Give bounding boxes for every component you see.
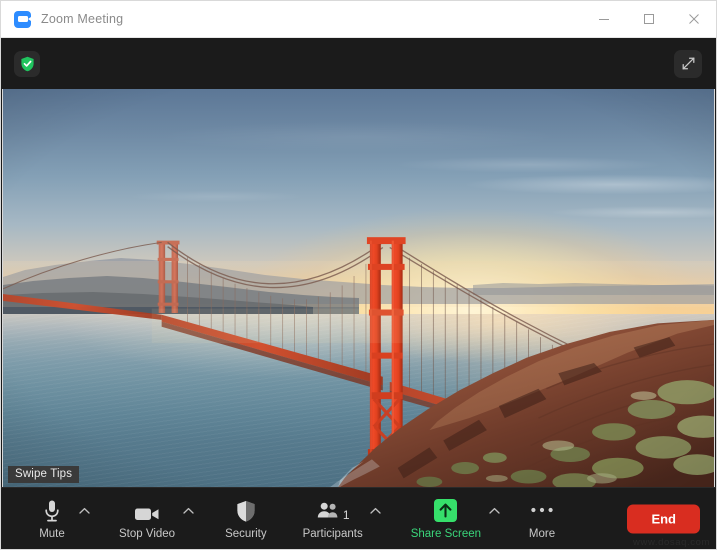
participants-count: 1 — [342, 508, 350, 522]
window-title: Zoom Meeting — [41, 12, 124, 26]
mute-button[interactable]: Mute — [29, 488, 75, 549]
ellipsis-icon — [530, 497, 554, 523]
participants-options-chevron-up-icon[interactable] — [367, 488, 385, 549]
more-button[interactable]: More — [519, 488, 565, 549]
meeting-toolbar: Mute Stop Video Security 1 Participants … — [1, 487, 716, 549]
title-bar: Zoom Meeting — [1, 1, 716, 38]
stop-video-button[interactable]: Stop Video — [115, 488, 179, 549]
people-icon: 1 — [316, 497, 350, 523]
video-options-chevron-up-icon[interactable] — [179, 488, 197, 549]
share-up-arrow-icon — [433, 497, 458, 523]
microphone-icon — [43, 497, 61, 523]
meeting-top-bar — [1, 38, 716, 89]
mute-options-chevron-up-icon[interactable] — [75, 488, 93, 549]
maximize-icon[interactable] — [626, 1, 671, 37]
close-icon[interactable] — [671, 1, 716, 37]
zoom-video-icon — [14, 10, 31, 28]
shield-icon — [236, 497, 256, 523]
minimize-icon[interactable] — [581, 1, 626, 37]
end-meeting-button[interactable]: End — [627, 504, 700, 533]
expand-diagonal-icon[interactable] — [674, 49, 702, 78]
share-options-chevron-up-icon[interactable] — [485, 488, 503, 549]
swipe-tips-badge[interactable]: Swipe Tips — [8, 466, 80, 483]
share-screen-button[interactable]: Share Screen — [407, 488, 485, 549]
zoom-meeting-window: Zoom Meeting Swipe Tips Mute Stop Video … — [0, 0, 717, 550]
stop-video-label: Stop Video — [119, 528, 176, 540]
share-screen-label: Share Screen — [410, 528, 482, 540]
coastal-cliff — [3, 89, 714, 487]
mute-label: Mute — [39, 528, 65, 540]
window-controls — [581, 1, 716, 37]
participants-button[interactable]: 1 Participants — [299, 488, 367, 549]
video-stage[interactable]: Swipe Tips — [2, 89, 715, 487]
more-label: More — [528, 528, 556, 540]
video-camera-icon — [134, 497, 160, 523]
green-shield-check-icon[interactable] — [14, 50, 40, 77]
security-button[interactable]: Security — [221, 488, 271, 549]
participants-label: Participants — [302, 528, 363, 540]
security-label: Security — [225, 528, 267, 540]
watermark: www.dosaq.com — [633, 537, 710, 548]
